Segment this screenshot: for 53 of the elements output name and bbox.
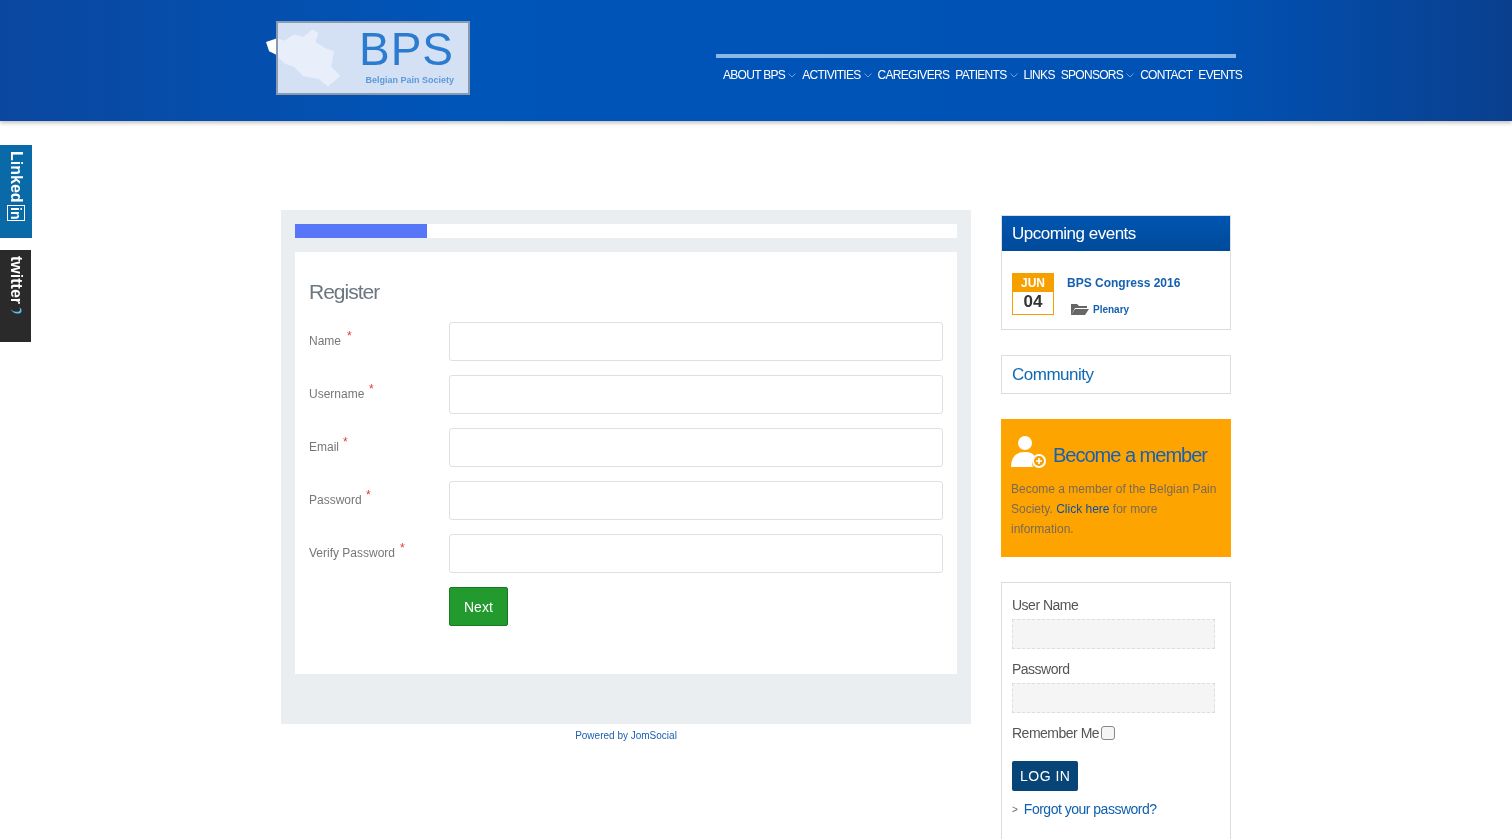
member-text: Become a member of the Belgian Pain Society. Click here for more information. — [1011, 481, 1218, 538]
twitter-label: twitter — [6, 256, 26, 304]
input-field[interactable] — [449, 428, 943, 467]
chevron-icon: > — [1012, 803, 1018, 815]
required-mark: * — [400, 541, 405, 555]
required-mark: * — [343, 435, 348, 449]
username-label: User Name — [1012, 597, 1079, 613]
field-label: Username — [309, 387, 365, 401]
folder-icon — [1071, 303, 1089, 315]
linkedin-tab[interactable]: Linked in — [0, 145, 32, 238]
nav-link[interactable]: EVENTS — [1195, 66, 1246, 84]
register-title: Register — [309, 280, 381, 304]
event-day: 04 — [1023, 292, 1043, 312]
logo-tagline: Belgian Pain Society — [365, 75, 454, 85]
nav-link[interactable]: LINKS — [1020, 66, 1058, 84]
field-label: Name — [309, 334, 341, 348]
events-title: Upcoming events — [1012, 223, 1136, 244]
input-field[interactable] — [449, 375, 943, 414]
nav-link[interactable]: SPONSORS — [1057, 66, 1138, 84]
nav-link[interactable]: PATIENTS — [952, 66, 1021, 84]
member-title: Become a member — [1053, 443, 1207, 467]
forgot-password-link[interactable]: Forgot your password? — [1023, 801, 1157, 817]
twitter-tab[interactable]: twitter — [0, 250, 31, 342]
required-mark: * — [347, 329, 352, 343]
remember-checkbox[interactable] — [1101, 726, 1116, 740]
login-button[interactable]: LOG IN — [1012, 761, 1079, 791]
next-button[interactable]: Next — [449, 587, 508, 626]
remember-label: Remember Me — [1012, 725, 1100, 741]
logo-letters: BPS — [358, 27, 454, 71]
password-field[interactable] — [1012, 683, 1215, 713]
click-here-link[interactable]: Click here — [1056, 502, 1110, 516]
required-mark: * — [369, 382, 374, 396]
nav-link[interactable]: CONTACT — [1137, 66, 1196, 84]
username-field[interactable] — [1012, 619, 1215, 649]
powered-by-link[interactable]: Powered by JomSocial — [575, 730, 677, 741]
field-label: Verify Password — [309, 546, 396, 560]
category-link[interactable]: Plenary — [1093, 303, 1130, 315]
linkedin-badge: in — [7, 204, 25, 221]
linkedin-label: Linked — [7, 151, 26, 203]
field-label: Email — [309, 440, 339, 454]
input-field[interactable] — [449, 322, 943, 361]
community-title: Community — [1012, 364, 1094, 385]
nav-link[interactable]: ABOUT BPS — [720, 66, 800, 84]
input-field[interactable] — [449, 481, 943, 520]
input-field[interactable] — [449, 534, 943, 573]
event-link[interactable]: BPS Congress 2016 — [1067, 276, 1181, 290]
password-label: Password — [1012, 661, 1070, 677]
required-mark: * — [366, 488, 371, 502]
nav-link[interactable]: CAREGIVERS — [874, 66, 953, 84]
event-month: JUN — [1013, 274, 1053, 292]
field-label: Password — [309, 493, 362, 507]
nav-link[interactable]: ACTIVITIES — [799, 66, 875, 84]
add-user-icon — [1011, 435, 1047, 469]
